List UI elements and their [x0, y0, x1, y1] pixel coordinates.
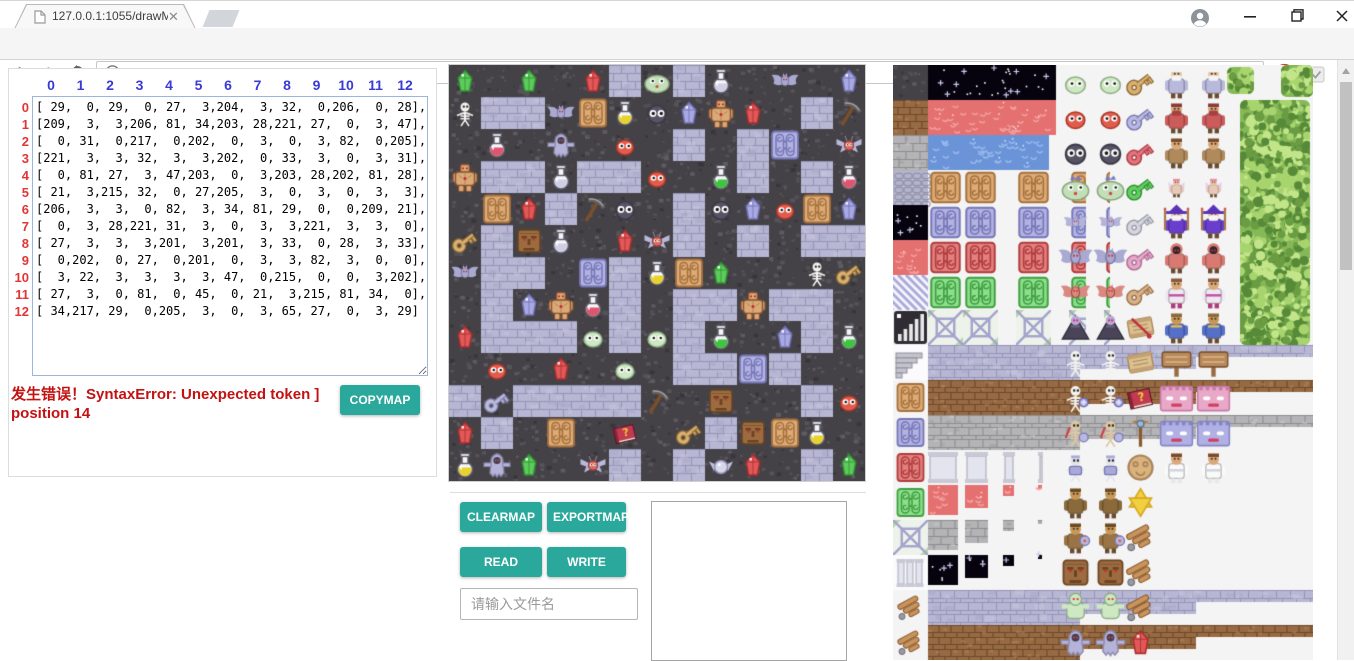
matrix-col-header: 4 [156, 77, 182, 93]
matrix-col-header: 2 [97, 77, 123, 93]
map-matrix-textarea[interactable] [32, 96, 428, 376]
profile-icon[interactable] [1190, 8, 1210, 28]
matrix-col-header: 3 [127, 77, 153, 93]
matrix-row-header: 6 [11, 201, 29, 218]
clearmap-button[interactable]: CLEARMAP [460, 502, 542, 532]
browser-toolbar: 127.0.0.1:1055/drawMapGUI.html [0, 28, 1354, 60]
scrollbar-up-arrow[interactable] [1342, 68, 1350, 74]
tab-title: 127.0.0.1:1055/drawMa [52, 9, 168, 25]
export-output-box[interactable] [651, 501, 847, 661]
error-message: 发生错误！SyntaxError: Unexpected token ] pos… [11, 385, 343, 423]
restore-button[interactable] [1284, 7, 1308, 25]
matrix-col-header: 6 [215, 77, 241, 93]
matrix-panel: 0123456789101112 0123456789101112 发生错误！S… [8, 68, 437, 477]
matrix-col-header: 7 [245, 77, 271, 93]
exportmap-button[interactable]: EXPORTMAP [547, 502, 626, 532]
section-divider [450, 492, 866, 493]
matrix-row-header: 10 [11, 269, 29, 286]
browser-titlebar: 127.0.0.1:1055/drawMa ✕ [0, 0, 1354, 29]
matrix-col-header: 1 [68, 77, 94, 93]
tab-close-icon[interactable]: ✕ [167, 10, 180, 23]
matrix-col-header: 8 [274, 77, 300, 93]
matrix-row-header: 2 [11, 133, 29, 150]
matrix-col-header: 10 [333, 77, 359, 93]
matrix-row-header: 9 [11, 252, 29, 269]
new-tab-button[interactable] [203, 10, 240, 27]
matrix-col-header: 9 [304, 77, 330, 93]
filename-input[interactable] [460, 588, 638, 620]
matrix-row-header: 5 [11, 184, 29, 201]
copymap-button[interactable]: COPYMAP [340, 385, 420, 415]
page-favicon-icon [34, 10, 46, 24]
matrix-col-header: 0 [38, 77, 64, 93]
matrix-row-header: 11 [11, 286, 29, 303]
matrix-row-header: 1 [11, 116, 29, 133]
matrix-row-header: 12 [11, 303, 29, 320]
matrix-row-header: 8 [11, 235, 29, 252]
matrix-col-header: 12 [392, 77, 418, 93]
write-button[interactable]: WRITE [547, 547, 626, 577]
scrollbar-thumb[interactable] [1340, 82, 1352, 270]
matrix-row-header: 7 [11, 218, 29, 235]
matrix-col-header: 5 [186, 77, 212, 93]
browser-tab[interactable]: 127.0.0.1:1055/drawMa ✕ [14, 4, 196, 29]
matrix-row-header: 3 [11, 150, 29, 167]
tileset-palette[interactable] [893, 65, 1313, 660]
matrix-row-header: 4 [11, 167, 29, 184]
matrix-col-header: 11 [363, 77, 389, 93]
map-canvas[interactable] [448, 64, 866, 482]
close-button[interactable] [1330, 7, 1354, 25]
minimize-button[interactable] [1238, 7, 1262, 25]
matrix-row-header: 0 [11, 99, 29, 116]
read-button[interactable]: READ [460, 547, 542, 577]
page-scrollbar[interactable] [1337, 60, 1354, 660]
